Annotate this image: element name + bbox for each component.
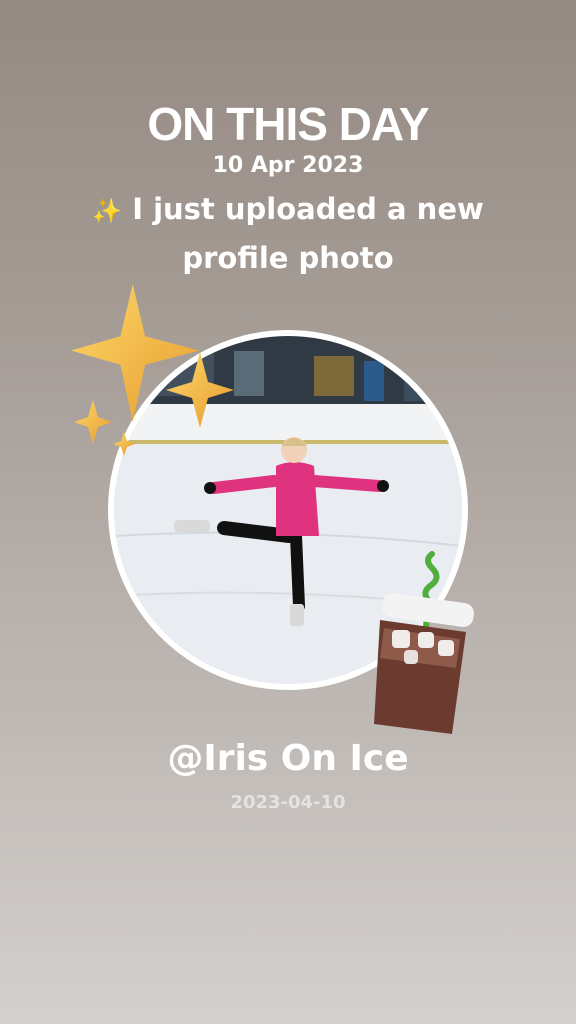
- caption-text: I just uploaded a new profile photo: [132, 192, 484, 275]
- memory-caption: ✨ I just uploaded a new profile photo: [0, 186, 576, 282]
- sparkles-sticker: [71, 284, 234, 456]
- iced-coffee-sticker: [374, 551, 474, 734]
- sparkles-icon: ✨: [92, 197, 123, 225]
- profile-handle: @Iris On Ice: [167, 738, 409, 779]
- memory-header: ON THIS DAY 10 Apr 2023 ✨ I just uploade…: [0, 96, 576, 282]
- memory-date: 10 Apr 2023: [212, 153, 364, 178]
- profile-date: 2023-04-10: [230, 792, 346, 813]
- page-title: ON THIS DAY: [147, 98, 429, 150]
